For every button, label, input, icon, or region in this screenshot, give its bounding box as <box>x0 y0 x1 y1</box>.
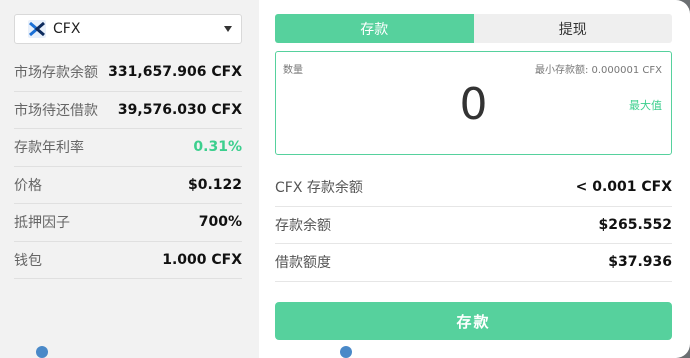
stat-label: 市场存款余额 <box>14 65 98 82</box>
deposit-panel: 存款 提现 数量 最小存款额: 0.000001 CFX 最大值 CFX 存款余… <box>259 0 690 358</box>
market-stats: 市场存款余额 331,657.906 CFX 市场待还借款 39,576.030… <box>14 54 242 279</box>
info-label: 借款额度 <box>275 255 331 272</box>
stat-row-market-borrows: 市场待还借款 39,576.030 CFX <box>14 92 242 129</box>
info-value: < 0.001 CFX <box>575 179 672 196</box>
stat-value: 700% <box>198 214 242 231</box>
chevron-down-icon <box>224 26 232 32</box>
stat-row-price: 价格 $0.122 <box>14 167 242 204</box>
stat-label: 存款年利率 <box>14 140 84 157</box>
deposit-modal: CFX 市场存款余额 331,657.906 CFX 市场待还借款 39,576… <box>0 0 690 358</box>
stat-value: $0.122 <box>187 176 242 193</box>
deposit-submit-button[interactable]: 存款 <box>275 302 672 340</box>
info-row-deposit-balance: 存款余额 $265.552 <box>275 207 672 244</box>
stat-value: 1.000 CFX <box>162 251 242 268</box>
stat-label: 钱包 <box>14 252 42 269</box>
stat-row-market-deposits: 市场存款余额 331,657.906 CFX <box>14 54 242 92</box>
info-row-borrow-limit: 借款额度 $37.936 <box>275 244 672 282</box>
info-row-cfx-balance: CFX 存款余额 < 0.001 CFX <box>275 169 672 207</box>
stat-label: 抵押因子 <box>14 215 70 232</box>
amount-label: 数量 <box>283 65 303 76</box>
amount-input[interactable] <box>276 76 671 132</box>
market-info-panel: CFX 市场存款余额 331,657.906 CFX 市场待还借款 39,576… <box>0 0 259 358</box>
stat-row-collateral-factor: 抵押因子 700% <box>14 204 242 242</box>
deposit-info: CFX 存款余额 < 0.001 CFX 存款余额 $265.552 借款额度 … <box>275 169 672 282</box>
tab-deposit[interactable]: 存款 <box>275 14 474 43</box>
action-tabs: 存款 提现 <box>275 14 672 43</box>
cfx-logo-icon <box>28 20 46 38</box>
stat-value: 39,576.030 CFX <box>117 101 242 118</box>
min-deposit-label: 最小存款额: 0.000001 CFX <box>534 65 662 76</box>
decorative-dot <box>36 346 48 358</box>
info-label: 存款余额 <box>275 217 331 234</box>
stat-row-wallet: 钱包 1.000 CFX <box>14 242 242 279</box>
stat-label: 价格 <box>14 177 42 194</box>
stat-value: 331,657.906 CFX <box>108 64 242 81</box>
info-label: CFX 存款余额 <box>275 180 363 197</box>
token-select[interactable]: CFX <box>14 14 242 44</box>
stat-label: 市场待还借款 <box>14 102 98 119</box>
tab-withdraw[interactable]: 提现 <box>473 14 672 43</box>
amount-box: 数量 最小存款额: 0.000001 CFX 最大值 <box>275 51 672 155</box>
info-value: $37.936 <box>608 254 672 271</box>
stat-value: 0.31% <box>193 139 242 156</box>
info-value: $265.552 <box>598 216 672 233</box>
stat-row-deposit-apy: 存款年利率 0.31% <box>14 129 242 167</box>
max-button[interactable]: 最大值 <box>629 97 662 113</box>
decorative-dot <box>340 346 352 358</box>
token-select-value: CFX <box>53 21 81 37</box>
